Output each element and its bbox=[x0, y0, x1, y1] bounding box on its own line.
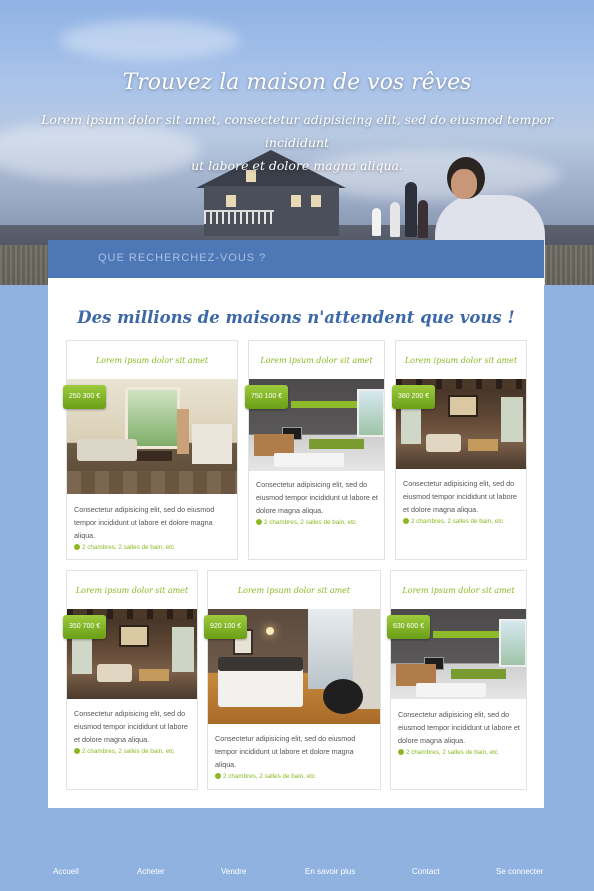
card-features-text: 2 chambres, 2 salles de bain, etc bbox=[82, 748, 175, 755]
hero-subtitle: Lorem ipsum dolor sit amet, consectetur … bbox=[20, 108, 574, 177]
card-features-text: 2 chambres, 2 salles de bain, etc bbox=[411, 518, 504, 525]
property-card[interactable]: Lorem ipsum dolor sit amet 350 700 € Con… bbox=[63, 570, 198, 790]
search-bar[interactable]: QUE RECHERCHEZ-VOUS ? bbox=[48, 240, 544, 278]
section-heading: Des millions de maisons n'attendent que … bbox=[77, 308, 515, 327]
plus-circle-icon bbox=[74, 544, 80, 550]
property-card[interactable]: Lorem ipsum dolor sit amet 250 300 € Con… bbox=[63, 340, 238, 560]
price-badge: 630 600 € bbox=[387, 615, 431, 639]
footer-link-accueil[interactable]: Accueil bbox=[53, 867, 79, 876]
plus-circle-icon bbox=[398, 749, 404, 755]
price-badge: 920 100 € bbox=[204, 615, 248, 639]
property-card[interactable]: Lorem ipsum dolor sit amet 380 200 € Con… bbox=[392, 340, 527, 560]
property-card[interactable]: Lorem ipsum dolor sit amet 630 600 € Con… bbox=[387, 570, 527, 790]
card-features: 2 chambres, 2 salles de bain, etc bbox=[398, 749, 498, 756]
property-card[interactable]: Lorem ipsum dolor sit amet 920 100 € Con… bbox=[204, 570, 381, 790]
plus-circle-icon bbox=[74, 748, 80, 754]
footer-link-en-savoir-plus[interactable]: En savoir plus bbox=[305, 867, 355, 876]
card-description: Consectetur adipisicing elit, sed do eiu… bbox=[398, 710, 520, 745]
card-description: Consectetur adipisicing elit, sed do eiu… bbox=[403, 479, 517, 514]
card-title[interactable]: Lorem ipsum dolor sit amet bbox=[67, 586, 197, 595]
card-features: 2 chambres, 2 salles de bain, etc bbox=[215, 773, 315, 780]
plus-circle-icon bbox=[256, 519, 262, 525]
card-features: 2 chambres, 2 salles de bain, etc bbox=[256, 519, 356, 526]
card-title[interactable]: Lorem ipsum dolor sit amet bbox=[67, 356, 237, 365]
footer-nav: Accueil Acheter Vendre En savoir plus Co… bbox=[0, 860, 594, 884]
footer-link-se-connecter[interactable]: Se connecter bbox=[496, 867, 543, 876]
card-description: Consectetur adipisicing elit, sed do eiu… bbox=[74, 709, 188, 744]
plus-circle-icon bbox=[403, 518, 409, 524]
card-title[interactable]: Lorem ipsum dolor sit amet bbox=[208, 586, 380, 595]
footer-link-vendre[interactable]: Vendre bbox=[221, 867, 246, 876]
footer-link-acheter[interactable]: Acheter bbox=[137, 867, 165, 876]
card-features: 2 chambres, 2 salles de bain, etc bbox=[403, 518, 503, 525]
hero-subtitle-line: Lorem ipsum dolor sit amet, consectetur … bbox=[41, 112, 553, 150]
hero-person bbox=[372, 208, 381, 236]
card-features-text: 2 chambres, 2 salles de bain, etc bbox=[82, 544, 175, 551]
listings-panel: Des millions de maisons n'attendent que … bbox=[48, 278, 544, 808]
card-title[interactable]: Lorem ipsum dolor sit amet bbox=[396, 356, 526, 365]
card-title[interactable]: Lorem ipsum dolor sit amet bbox=[249, 356, 384, 365]
card-features-text: 2 chambres, 2 salles de bain, etc bbox=[264, 519, 357, 526]
card-features: 2 chambres, 2 salles de bain, etc bbox=[74, 748, 174, 755]
hero-person bbox=[418, 200, 428, 238]
hero-title: Trouvez la maison de vos rêves bbox=[122, 70, 472, 95]
card-title[interactable]: Lorem ipsum dolor sit amet bbox=[391, 586, 526, 595]
card-features-text: 2 chambres, 2 salles de bain, etc bbox=[223, 773, 316, 780]
card-features-text: 2 chambres, 2 salles de bain, etc bbox=[406, 749, 499, 756]
search-label[interactable]: QUE RECHERCHEZ-VOUS ? bbox=[98, 252, 266, 264]
plus-circle-icon bbox=[215, 773, 221, 779]
hero-cloud bbox=[60, 20, 240, 60]
hero-person bbox=[390, 202, 400, 237]
price-badge: 380 200 € bbox=[392, 385, 436, 409]
hero-person bbox=[405, 182, 417, 237]
footer-link-contact[interactable]: Contact bbox=[412, 867, 440, 876]
card-description: Consectetur adipisicing elit, sed do eiu… bbox=[74, 505, 215, 540]
card-features: 2 chambres, 2 salles de bain, etc bbox=[74, 544, 174, 551]
price-badge: 250 300 € bbox=[63, 385, 107, 409]
price-badge: 350 700 € bbox=[63, 615, 107, 639]
price-badge: 750 100 € bbox=[245, 385, 289, 409]
hero-subtitle-line: ut labore et dolore magna aliqua. bbox=[191, 158, 403, 173]
property-card[interactable]: Lorem ipsum dolor sit amet 750 100 € Con… bbox=[245, 340, 385, 560]
card-description: Consectetur adipisicing elit, sed do eiu… bbox=[256, 480, 378, 515]
card-description: Consectetur adipisicing elit, sed do eiu… bbox=[215, 734, 356, 769]
